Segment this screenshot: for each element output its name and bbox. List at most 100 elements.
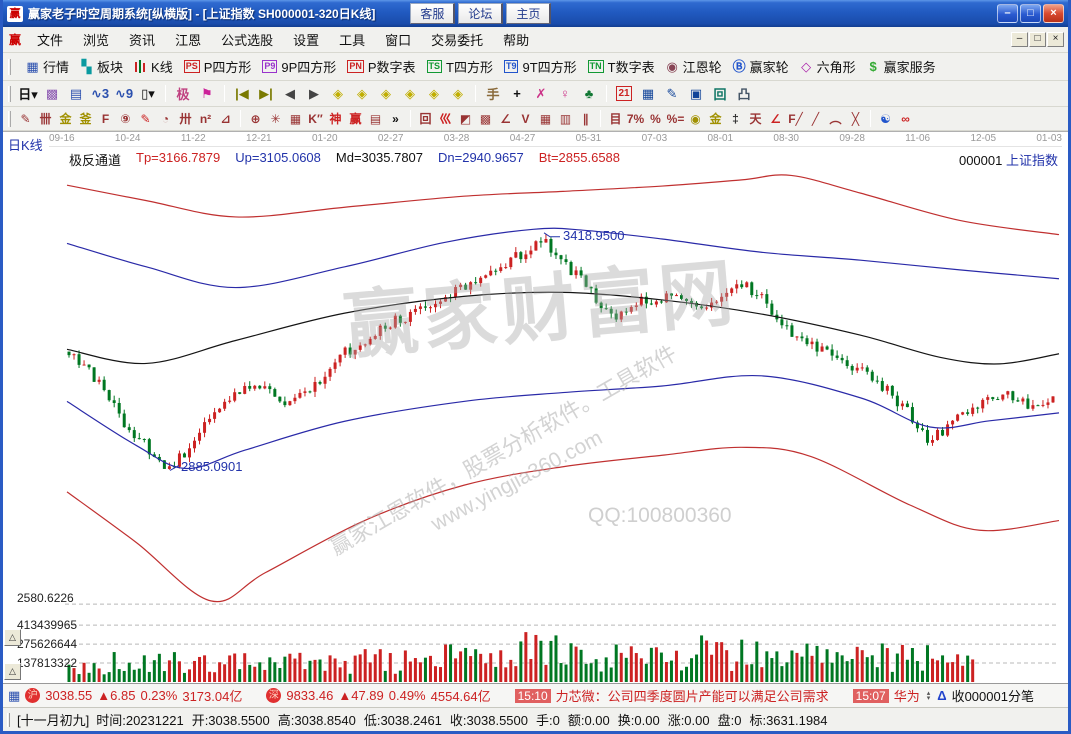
wave-3-button[interactable]: ∿3 bbox=[89, 84, 111, 104]
percent-lines-button[interactable]: %= bbox=[666, 110, 685, 128]
yinyang-ball-icon[interactable]: ☯ bbox=[876, 110, 895, 128]
diamond-compress-button[interactable]: ◈ bbox=[399, 84, 421, 104]
box-grid-button[interactable]: ▥ bbox=[556, 110, 575, 128]
diamond-expand-all-button[interactable]: ◈ bbox=[447, 84, 469, 104]
menu-file[interactable]: 文件 bbox=[27, 28, 73, 51]
wheel-button[interactable]: ✳ bbox=[266, 110, 285, 128]
n-square-button[interactable]: n² bbox=[196, 110, 215, 128]
fan-box-button[interactable]: ◩ bbox=[456, 110, 475, 128]
menu-settings[interactable]: 设置 bbox=[283, 28, 329, 51]
kline-button[interactable]: K线 bbox=[134, 57, 173, 76]
menu-help[interactable]: 帮助 bbox=[493, 28, 539, 51]
first-screen-button[interactable]: |◀ bbox=[231, 84, 253, 104]
nine-ring-button[interactable]: ⑨ bbox=[116, 110, 135, 128]
close-button[interactable]: × bbox=[1043, 4, 1064, 23]
forum-link-button[interactable]: 论坛 bbox=[458, 3, 503, 24]
menu-formula-stockpick[interactable]: 公式选股 bbox=[211, 28, 283, 51]
frame-tool-button[interactable]: 回 bbox=[416, 110, 435, 128]
maximize-button[interactable]: □ bbox=[1020, 4, 1041, 23]
menu-window[interactable]: 窗口 bbox=[375, 28, 421, 51]
diamond-expand-v-button[interactable]: ◈ bbox=[423, 84, 445, 104]
menu-browse[interactable]: 浏览 bbox=[73, 28, 119, 51]
percent-7-button[interactable]: 7% bbox=[626, 110, 645, 128]
figure-tool-button[interactable]: ♀ bbox=[554, 84, 576, 104]
stat-bars-button[interactable]: 目 bbox=[606, 110, 625, 128]
draw-pen-button[interactable]: ✎ bbox=[16, 110, 35, 128]
percent-button[interactable]: % bbox=[646, 110, 665, 128]
sz-index-value[interactable]: 9833.46 bbox=[286, 688, 333, 703]
print-button[interactable]: 凸 bbox=[733, 84, 755, 104]
notes-button[interactable]: ✎ bbox=[661, 84, 683, 104]
candle-style-dropdown-button[interactable]: ▯▾ bbox=[137, 84, 159, 104]
period-day-dropdown-button[interactable]: 日▾ bbox=[17, 84, 39, 104]
last-screen-button[interactable]: ▶| bbox=[255, 84, 277, 104]
mdi-minimize-button[interactable]: – bbox=[1011, 32, 1028, 47]
kline-chart-canvas[interactable] bbox=[3, 132, 1068, 683]
sectors-button[interactable]: ▚ 板块 bbox=[80, 57, 123, 76]
fan-lines-button[interactable]: 巛 bbox=[436, 110, 455, 128]
prev-bar-button[interactable]: ◀ bbox=[279, 84, 301, 104]
f-angle-button[interactable]: F╱ bbox=[786, 110, 805, 128]
mdi-restore-button[interactable]: □ bbox=[1029, 32, 1046, 47]
color-bars-button[interactable]: ⚑ bbox=[196, 84, 218, 104]
grid-lines-button[interactable]: 卌 bbox=[36, 110, 55, 128]
web-grid-button[interactable]: ▦ bbox=[286, 110, 305, 128]
t-square-button[interactable]: TS T四方形 bbox=[427, 57, 493, 76]
next-bar-button[interactable]: ▶ bbox=[303, 84, 325, 104]
compass-button[interactable]: ⊕ bbox=[246, 110, 265, 128]
crosshair-button[interactable]: + bbox=[506, 84, 528, 104]
cycle-clock-button[interactable]: ◔ bbox=[156, 110, 175, 128]
quote-board-icon[interactable]: ▦ bbox=[8, 688, 20, 704]
table-grid-button[interactable]: ▦ bbox=[536, 110, 555, 128]
period-label[interactable]: 日K线 bbox=[8, 135, 43, 154]
diamond-shrink-left-button[interactable]: ◈ bbox=[327, 84, 349, 104]
wave-9-button[interactable]: ∿9 bbox=[113, 84, 135, 104]
menu-gann[interactable]: 江恩 bbox=[165, 28, 211, 51]
angle-line-button[interactable]: ∠ bbox=[766, 110, 785, 128]
export-image-button[interactable]: 回 bbox=[709, 84, 731, 104]
pan-hand-button[interactable]: 手 bbox=[482, 84, 504, 104]
angle-flag-button[interactable]: ⊿ bbox=[216, 110, 235, 128]
k-mark-button[interactable]: K″ bbox=[306, 110, 325, 128]
news-scroll-spinner[interactable]: ▴▾ bbox=[927, 691, 931, 701]
minimize-button[interactable]: – bbox=[997, 4, 1018, 23]
shen-grid-button[interactable]: 神 bbox=[326, 110, 345, 128]
ying-grid-button[interactable]: 赢 bbox=[346, 110, 365, 128]
infinity-icon[interactable]: ∞ bbox=[896, 110, 915, 128]
hash-grid-button[interactable]: 卅 bbox=[176, 110, 195, 128]
gann-wheel-button[interactable]: ◉ 江恩轮 bbox=[666, 57, 722, 76]
save-button[interactable]: ▣ bbox=[685, 84, 707, 104]
nine-t-square-button[interactable]: T9 9T四方形 bbox=[504, 57, 577, 76]
pattern-window-button[interactable]: ▩ bbox=[41, 84, 63, 104]
winner-wheel-button[interactable]: Ⓑ 赢家轮 bbox=[733, 57, 789, 76]
volume-pane-expand-button[interactable]: △ bbox=[4, 663, 21, 680]
p-square-button[interactable]: PS P四方形 bbox=[184, 57, 252, 76]
gold-grid-button[interactable]: 金 bbox=[56, 110, 75, 128]
calendar-button[interactable]: 21 bbox=[616, 86, 632, 101]
p-number-table-button[interactable]: PN P数字表 bbox=[347, 57, 415, 76]
arc-line-button[interactable]: ︵ bbox=[826, 110, 845, 128]
candle-pen-button[interactable]: ‡ bbox=[726, 110, 745, 128]
tick-panel-label[interactable]: 收000001分笔 bbox=[952, 686, 1034, 705]
gann-line-button[interactable]: ╳ bbox=[846, 110, 865, 128]
jifan-channel-button[interactable]: 极 bbox=[172, 84, 194, 104]
support-link-button[interactable]: 客服 bbox=[410, 3, 455, 24]
news-ticker-text[interactable]: 力芯微：公司四季度圆片产能可以满足公司需求 bbox=[556, 686, 829, 705]
red-pen-button[interactable]: ✎ bbox=[136, 110, 155, 128]
angle-lines-button[interactable]: ∠ bbox=[496, 110, 515, 128]
mdi-close-button[interactable]: × bbox=[1047, 32, 1064, 47]
homepage-link-button[interactable]: 主页 bbox=[506, 3, 551, 24]
gold-circle-button[interactable]: ◉ bbox=[686, 110, 705, 128]
web-box-button[interactable]: ▩ bbox=[476, 110, 495, 128]
ruler-grid-button[interactable]: ▤ bbox=[366, 110, 385, 128]
v-lines-button[interactable]: V bbox=[516, 110, 535, 128]
t-number-table-button[interactable]: TN T数字表 bbox=[588, 57, 655, 76]
menu-trade[interactable]: 交易委托 bbox=[421, 28, 493, 51]
knot-tool-button[interactable]: ♣ bbox=[578, 84, 600, 104]
gold-grid-2-button[interactable]: 釜 bbox=[76, 110, 95, 128]
diamond-expand-h-button[interactable]: ◈ bbox=[375, 84, 397, 104]
menu-tools[interactable]: 工具 bbox=[329, 28, 375, 51]
tian-grid-button[interactable]: 天 bbox=[746, 110, 765, 128]
sh-index-value[interactable]: 3038.55 bbox=[45, 688, 92, 703]
mark-x-button[interactable]: ✗ bbox=[530, 84, 552, 104]
